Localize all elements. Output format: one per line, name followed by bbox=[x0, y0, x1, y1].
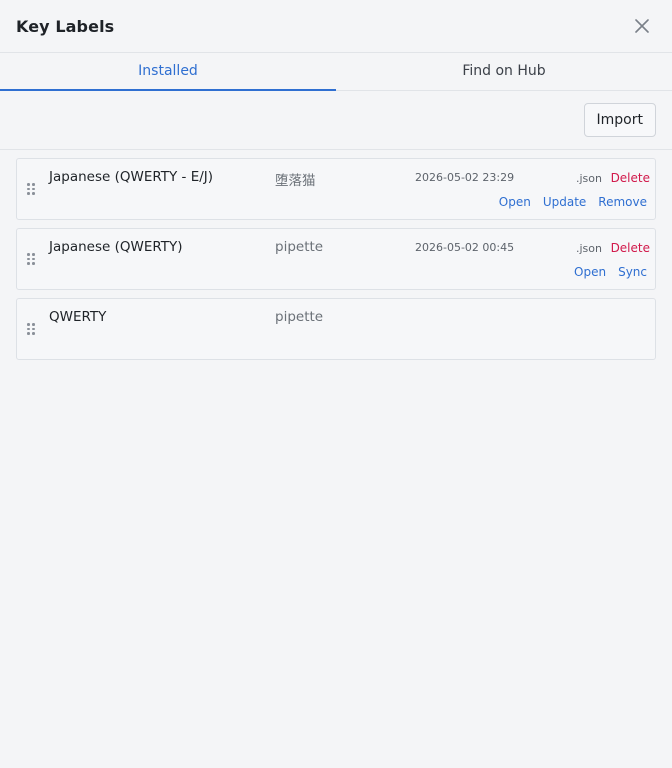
item-date: 2026-05-02 23:29 bbox=[415, 171, 515, 184]
list-item: QWERTY pipette bbox=[16, 298, 656, 360]
drag-handle-icon[interactable] bbox=[27, 253, 35, 265]
close-button[interactable] bbox=[630, 14, 654, 38]
list-item: Japanese (QWERTY) pipette 2026-05-02 00:… bbox=[16, 228, 656, 290]
tab-installed[interactable]: Installed bbox=[0, 53, 336, 91]
item-name: QWERTY bbox=[49, 309, 107, 325]
open-link[interactable]: Open bbox=[574, 265, 606, 279]
item-ext: .json bbox=[576, 172, 602, 185]
dialog-title: Key Labels bbox=[16, 16, 115, 36]
drag-handle-icon[interactable] bbox=[27, 323, 35, 335]
item-name: Japanese (QWERTY) bbox=[49, 239, 183, 255]
item-actions: Open Update Remove bbox=[499, 195, 647, 209]
import-button[interactable]: Import bbox=[583, 103, 656, 137]
item-author: 堕落猫 bbox=[275, 173, 316, 189]
item-ext: .json bbox=[576, 242, 602, 255]
drag-handle-icon[interactable] bbox=[27, 183, 35, 195]
toolbar: Import bbox=[0, 91, 672, 150]
item-date: 2026-05-02 00:45 bbox=[415, 241, 515, 254]
key-labels-dialog: Key Labels Installed Find on Hub Import … bbox=[0, 0, 672, 768]
list-item: Japanese (QWERTY - E/J) 堕落猫 2026-05-02 2… bbox=[16, 158, 656, 220]
tab-find-on-hub[interactable]: Find on Hub bbox=[336, 53, 672, 90]
delete-link[interactable]: Delete bbox=[611, 241, 650, 255]
update-link[interactable]: Update bbox=[543, 195, 586, 209]
item-actions: Open Sync bbox=[574, 265, 647, 279]
key-label-list: Japanese (QWERTY - E/J) 堕落猫 2026-05-02 2… bbox=[0, 150, 672, 360]
delete-link[interactable]: Delete bbox=[611, 171, 650, 185]
item-name: Japanese (QWERTY - E/J) bbox=[49, 169, 214, 185]
remove-link[interactable]: Remove bbox=[598, 195, 647, 209]
tab-bar: Installed Find on Hub bbox=[0, 53, 672, 91]
item-author: pipette bbox=[275, 239, 324, 255]
sync-link[interactable]: Sync bbox=[618, 265, 647, 279]
close-icon bbox=[635, 19, 649, 33]
item-author: pipette bbox=[275, 309, 324, 325]
open-link[interactable]: Open bbox=[499, 195, 531, 209]
dialog-header: Key Labels bbox=[0, 0, 672, 53]
